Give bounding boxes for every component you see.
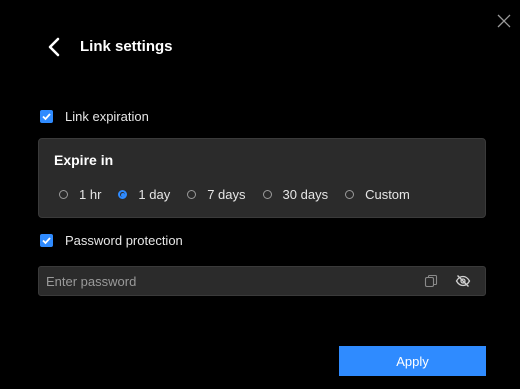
eye-off-icon[interactable] [455,273,471,289]
radio-1hr[interactable] [59,190,68,199]
password-protection-checkbox[interactable] [40,234,53,247]
link-expiration-label: Link expiration [65,109,149,124]
radio-label-1day: 1 day [138,187,171,202]
checkmark-icon [42,237,51,245]
expire-in-title: Expire in [54,152,114,168]
apply-button[interactable]: Apply [339,346,486,376]
password-protection-row[interactable]: Password protection [40,233,183,248]
radio-option-custom[interactable]: Custom [345,187,410,202]
close-icon[interactable] [495,12,513,30]
expire-in-panel: Expire in 1 hr 1 day 7 days 30 days Cust… [38,138,486,218]
link-settings-dialog: Link settings Link expiration Expire in … [0,0,520,389]
dialog-title: Link settings [80,38,173,55]
expire-options: 1 hr 1 day 7 days 30 days Custom [59,187,410,202]
radio-label-1hr: 1 hr [79,187,102,202]
radio-option-1hr[interactable]: 1 hr [59,187,101,202]
password-input[interactable] [39,267,409,295]
link-expiration-checkbox[interactable] [40,110,53,123]
password-field [38,266,486,296]
radio-option-7days[interactable]: 7 days [187,187,246,202]
radio-custom[interactable] [345,190,355,199]
radio-label-custom: Custom [365,187,410,202]
radio-label-7days: 7 days [207,187,246,202]
radio-7days[interactable] [187,190,197,199]
password-protection-label: Password protection [65,233,183,248]
copy-icon[interactable] [424,274,438,288]
radio-1day[interactable] [118,190,128,199]
radio-option-1day[interactable]: 1 day [118,187,170,202]
radio-30days[interactable] [262,190,272,199]
checkmark-icon [42,113,51,121]
chevron-left-icon[interactable] [44,36,66,58]
link-expiration-row[interactable]: Link expiration [40,109,149,124]
radio-label-30days: 30 days [282,187,329,202]
radio-option-30days[interactable]: 30 days [262,187,329,202]
